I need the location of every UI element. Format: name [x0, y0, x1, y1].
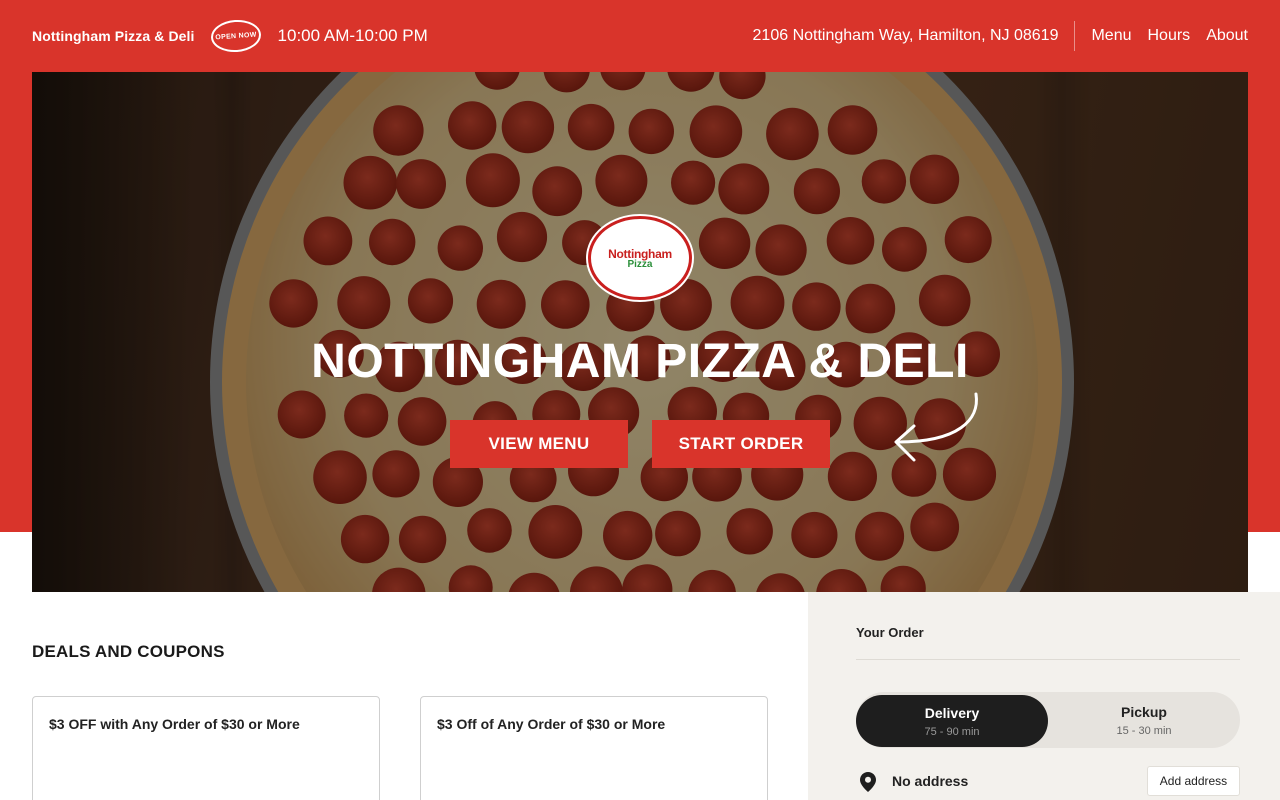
deal-title: $3 Off of Any Order of $30 or More — [437, 716, 666, 732]
hero-title: NOTTINGHAM PIZZA & DELI — [311, 335, 969, 388]
order-panel: Your Order Delivery 75 - 90 min Pickup 1… — [808, 592, 1280, 800]
hero-dim-overlay — [32, 72, 1248, 592]
curved-arrow-icon — [894, 392, 978, 462]
deals-heading: DEALS AND COUPONS — [32, 642, 225, 661]
header-right: 2106 Nottingham Way, Hamilton, NJ 08619 … — [753, 0, 1248, 72]
restaurant-address[interactable]: 2106 Nottingham Way, Hamilton, NJ 08619 — [753, 21, 1076, 51]
hero-banner: Nottingham Pizza NOTTINGHAM PIZZA & DELI… — [32, 72, 1248, 592]
open-now-badge: OPEN NOW — [209, 18, 262, 54]
pickup-option[interactable]: Pickup 15 - 30 min — [1048, 692, 1240, 748]
delivery-label: Delivery — [924, 704, 980, 721]
fulfillment-toggle: Delivery 75 - 90 min Pickup 15 - 30 min — [856, 692, 1240, 748]
delivery-address-status: No address — [892, 773, 969, 789]
nav-about-link[interactable]: About — [1206, 27, 1248, 45]
start-order-button[interactable]: START ORDER — [652, 420, 830, 468]
nav-menu-link[interactable]: Menu — [1091, 27, 1131, 45]
business-hours: 10:00 AM-10:00 PM — [277, 26, 428, 45]
delivery-time: 75 - 90 min — [924, 725, 980, 738]
add-address-button[interactable]: Add address — [1147, 766, 1240, 796]
view-menu-button[interactable]: VIEW MENU — [450, 420, 628, 468]
restaurant-logo: Nottingham Pizza — [588, 216, 692, 300]
deal-card[interactable]: $3 Off of Any Order of $30 or More — [420, 696, 768, 800]
nav-hours-link[interactable]: Hours — [1148, 27, 1191, 45]
deal-card[interactable]: $3 OFF with Any Order of $30 or More — [32, 696, 380, 800]
pickup-time: 15 - 30 min — [1116, 724, 1172, 737]
logo-text-line2: Pizza — [627, 258, 653, 270]
divider — [856, 659, 1240, 660]
pickup-label: Pickup — [1121, 703, 1167, 720]
brand-name[interactable]: Nottingham Pizza & Deli — [32, 28, 195, 44]
deal-title: $3 OFF with Any Order of $30 or More — [49, 716, 300, 732]
top-bar: Nottingham Pizza & Deli OPEN NOW 10:00 A… — [0, 0, 1280, 72]
delivery-option[interactable]: Delivery 75 - 90 min — [856, 695, 1048, 747]
location-pin-icon — [860, 772, 876, 792]
order-panel-title: Your Order — [856, 625, 924, 640]
